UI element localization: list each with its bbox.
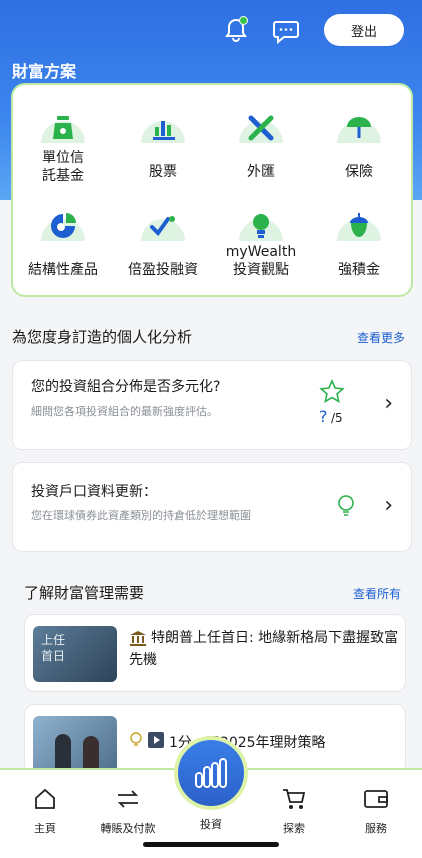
fx-cross-icon — [237, 101, 285, 143]
product-insurance[interactable]: 保險 — [311, 101, 407, 181]
lightbulb-icon — [129, 731, 143, 753]
leverage-check-icon — [139, 199, 187, 241]
logout-button[interactable]: 登出 — [324, 14, 404, 46]
invest-tab-button[interactable] — [174, 736, 248, 810]
news-card[interactable]: 上任 首日 特朗普上任首日: 地緣新格局下盡握致富先機 — [24, 614, 406, 692]
video-play-icon — [147, 731, 165, 753]
product-leverage-financing[interactable]: 倍盈投融資 — [115, 199, 211, 279]
star-icon — [319, 379, 345, 409]
tab-label: 探索 — [283, 822, 305, 835]
notification-bell-icon[interactable] — [222, 16, 250, 44]
product-label: 保險 — [345, 164, 373, 180]
umbrella-icon — [335, 101, 383, 143]
product-label: myWealth 投資觀點 — [225, 244, 297, 278]
tab-explore[interactable]: 探索 — [254, 788, 334, 836]
fund-bag-icon — [39, 101, 87, 143]
score-total: /5 — [331, 411, 343, 425]
tab-label: 主頁 — [34, 822, 56, 835]
portfolio-diversification-card[interactable]: 您的投資組合分佈是否多元化? 細閱您各項投資組合的最新強度評估。 ? /5 › — [12, 360, 412, 450]
chevron-right-icon: › — [384, 493, 393, 518]
tab-services[interactable]: 服務 — [336, 788, 416, 836]
product-label: 單位信 託基金 — [42, 150, 84, 184]
cart-icon — [283, 789, 306, 809]
product-unit-trust[interactable]: 單位信 託基金 — [15, 101, 111, 185]
news-thumbnail: 上任 首日 — [33, 626, 117, 682]
product-label: 強積金 — [338, 262, 380, 278]
card-title: 投資戶口資料更新： — [31, 484, 157, 500]
news-title: 特朗普上任首日: 地緣新格局下盡握致富先機 — [129, 630, 399, 668]
tab-home[interactable]: 主頁 — [5, 788, 85, 836]
product-fx[interactable]: 外匯 — [213, 101, 309, 181]
transfer-arrows-icon — [117, 790, 139, 808]
product-stocks[interactable]: 股票 — [115, 101, 211, 181]
invest-chart-icon — [195, 758, 227, 788]
chevron-right-icon: › — [384, 391, 393, 416]
product-mywealth-insights[interactable]: myWealth 投資觀點 — [213, 199, 309, 279]
acorn-icon — [335, 199, 383, 241]
product-label: 倍盈投融資 — [128, 262, 198, 278]
card-subtitle: 細閱您各項投資組合的最新強度評估。 — [31, 405, 218, 418]
lightbulb-icon — [335, 493, 357, 523]
card-subtitle: 您在環球債券此資產類別的持倉低於理想範圍 — [31, 509, 251, 522]
wealth-products-card: 單位信 託基金 股票 外匯 保險 結構性產品 倍盈投融資 myWealth 投資… — [11, 83, 413, 297]
notification-dot — [239, 16, 248, 25]
product-structured[interactable]: 結構性產品 — [15, 199, 111, 279]
learn-heading: 了解財富管理需要 — [24, 584, 145, 602]
thumbnail-text: 上任 首日 — [41, 633, 66, 663]
product-label: 結構性產品 — [28, 262, 98, 278]
analysis-heading: 為您度身訂造的個人化分析 — [12, 328, 193, 346]
analysis-view-more-link[interactable]: 查看更多 — [357, 329, 405, 346]
stock-chart-icon — [139, 101, 187, 143]
product-label: 外匯 — [247, 164, 275, 180]
tab-label-invest[interactable]: 投資 — [171, 816, 251, 832]
account-update-card[interactable]: 投資戶口資料更新： 您在環球債券此資產類別的持倉低於理想範圍 › — [12, 462, 412, 552]
learn-view-all-link[interactable]: 查看所有 — [353, 585, 401, 602]
tab-label: 轉賬及付款 — [100, 822, 156, 835]
wallet-icon — [364, 790, 388, 808]
chat-icon[interactable] — [272, 18, 300, 45]
pie-structure-icon — [39, 199, 87, 241]
score-value: ? — [319, 407, 328, 426]
news-thumbnail — [33, 716, 117, 776]
product-label: 股票 — [149, 164, 177, 180]
wealth-section-title: 財富方案 — [12, 62, 77, 81]
tab-transfer-payment[interactable]: 轉賬及付款 — [88, 788, 168, 836]
bulb-insight-icon — [237, 199, 285, 241]
home-indicator — [143, 842, 279, 847]
product-mpf[interactable]: 強積金 — [311, 199, 407, 279]
card-title: 您的投資組合分佈是否多元化? — [31, 379, 221, 395]
tab-label: 服務 — [365, 822, 387, 835]
home-icon — [35, 788, 55, 809]
